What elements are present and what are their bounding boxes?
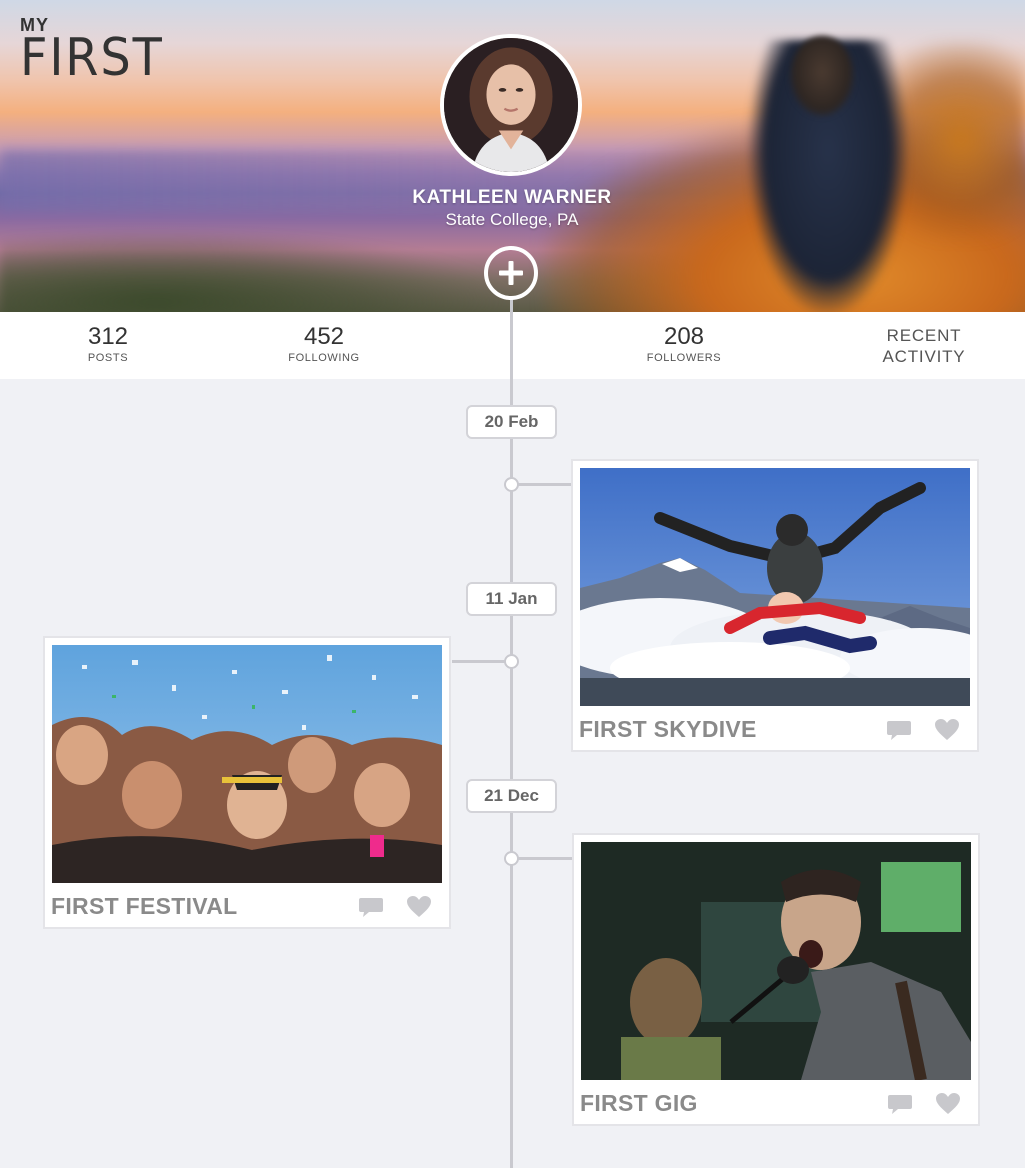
skydive-image	[580, 468, 970, 706]
post-card[interactable]: FIRST FESTIVAL	[43, 636, 451, 929]
timeline-connector	[512, 483, 572, 486]
profile-location: State College, PA	[445, 210, 579, 229]
logo-first: FIRST	[20, 28, 164, 88]
comment-button[interactable]	[358, 894, 384, 920]
stat-posts-label: POSTS	[87, 352, 129, 364]
gig-image	[581, 842, 971, 1080]
timeline-connector	[452, 660, 512, 663]
avatar[interactable]	[440, 34, 582, 176]
comment-icon	[359, 898, 383, 917]
recent-activity-line1: RECENT	[886, 326, 962, 345]
stat-following-label: FOLLOWING	[288, 352, 360, 364]
like-button[interactable]	[934, 717, 960, 743]
recent-activity-line2: ACTIVITY	[882, 347, 966, 366]
heart-icon	[407, 896, 431, 917]
date-label: 20 Feb	[466, 405, 557, 439]
timeline-node	[504, 654, 519, 669]
stat-followers-label: FOLLOWERS	[646, 352, 722, 364]
app-logo[interactable]: MY FIRST	[20, 16, 176, 88]
post-title[interactable]: FIRST SKYDIVE	[579, 716, 757, 743]
profile-name: KATHLEEN WARNER	[412, 187, 612, 208]
date-label: 11 Jan	[466, 582, 557, 616]
post-title[interactable]: FIRST GIG	[580, 1090, 698, 1117]
festival-image	[52, 645, 442, 883]
add-post-button[interactable]	[484, 246, 538, 300]
comment-icon	[888, 1095, 912, 1114]
plus-icon	[499, 261, 523, 285]
timeline-connector	[512, 857, 572, 860]
post-card[interactable]: FIRST GIG	[572, 833, 980, 1126]
stat-followers[interactable]: 208 FOLLOWERS	[604, 323, 764, 365]
timeline-node	[504, 477, 519, 492]
cover-person-head	[790, 36, 854, 116]
comment-button[interactable]	[886, 717, 912, 743]
like-button[interactable]	[406, 894, 432, 920]
date-label: 21 Dec	[466, 779, 557, 813]
like-button[interactable]	[935, 1091, 961, 1117]
stat-followers-count: 208	[663, 323, 705, 350]
post-card[interactable]: FIRST SKYDIVE	[571, 459, 979, 752]
comment-icon	[887, 721, 911, 740]
stat-following-count: 452	[303, 323, 345, 350]
post-photo-festival[interactable]	[52, 645, 442, 883]
stat-posts[interactable]: 312 POSTS	[28, 323, 188, 365]
post-photo-gig[interactable]	[581, 842, 971, 1080]
stat-posts-count: 312	[87, 323, 129, 350]
timeline-node	[504, 851, 519, 866]
recent-activity-link[interactable]: RECENT ACTIVITY	[844, 325, 1004, 367]
avatar-portrait	[444, 38, 578, 172]
heart-icon	[936, 1093, 960, 1114]
post-title[interactable]: FIRST FESTIVAL	[51, 893, 238, 920]
heart-icon	[935, 719, 959, 740]
stat-following[interactable]: 452 FOLLOWING	[244, 323, 404, 365]
post-photo-skydive[interactable]	[580, 468, 970, 706]
comment-button[interactable]	[887, 1091, 913, 1117]
cover-trees	[0, 230, 520, 312]
